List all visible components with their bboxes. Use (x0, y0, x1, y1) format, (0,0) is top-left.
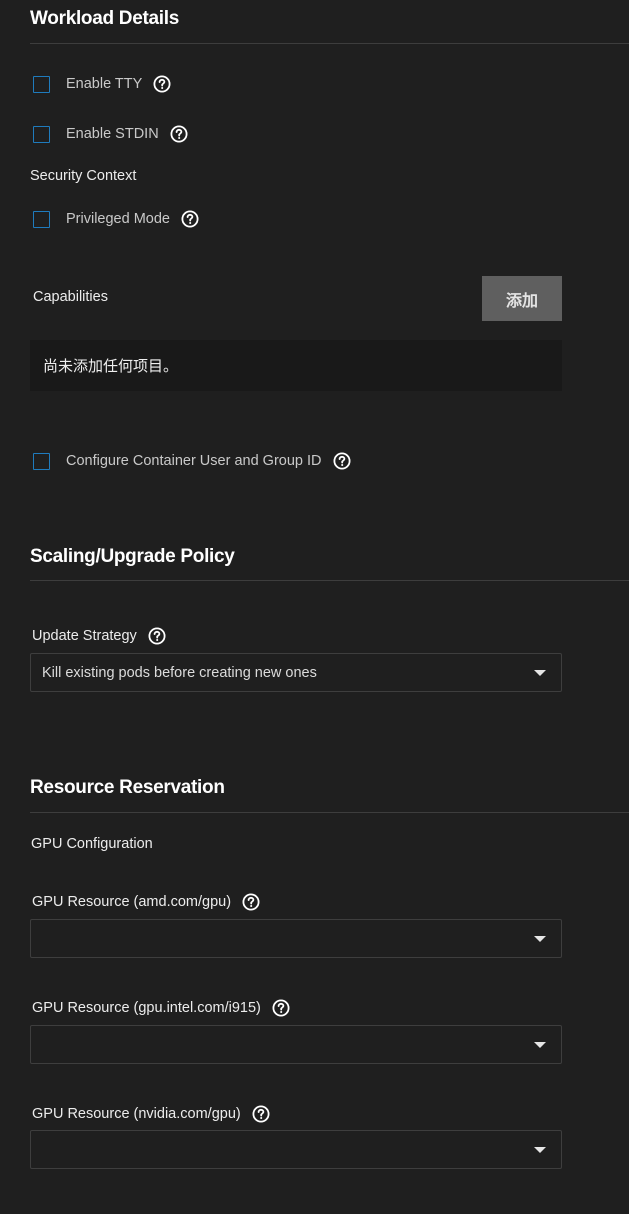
help-icon[interactable] (148, 627, 166, 645)
help-icon[interactable] (181, 210, 199, 228)
help-icon[interactable] (242, 893, 260, 911)
privileged-mode-row[interactable]: Privileged Mode (33, 208, 199, 230)
resource-divider (30, 812, 629, 813)
configure-user-group-checkbox[interactable] (33, 452, 50, 470)
gpu-nvidia-select[interactable] (30, 1130, 562, 1169)
gpu-nvidia-label: GPU Resource (nvidia.com/gpu) (32, 1106, 241, 1122)
enable-tty-row[interactable]: Enable TTY (33, 73, 171, 95)
enable-stdin-row[interactable]: Enable STDIN (33, 123, 188, 145)
configure-user-group-row[interactable]: Configure Container User and Group ID (33, 450, 351, 472)
enable-tty-checkbox[interactable] (33, 75, 50, 93)
enable-tty-label: Enable TTY (66, 76, 143, 92)
help-icon[interactable] (272, 999, 290, 1017)
privileged-mode-label: Privileged Mode (66, 211, 170, 227)
configure-user-group-label: Configure Container User and Group ID (66, 453, 322, 469)
gpu-intel-row: GPU Resource (gpu.intel.com/i915) (32, 998, 290, 1018)
chevron-down-icon (534, 1042, 546, 1048)
gpu-configuration-label: GPU Configuration (31, 836, 153, 852)
update-strategy-row: Update Strategy (32, 626, 166, 646)
help-icon[interactable] (252, 1105, 270, 1123)
enable-stdin-checkbox[interactable] (33, 125, 50, 143)
gpu-amd-select[interactable] (30, 919, 562, 958)
capabilities-label: Capabilities (33, 289, 108, 305)
enable-stdin-label: Enable STDIN (66, 126, 159, 142)
chevron-down-icon (534, 670, 546, 676)
update-strategy-select[interactable]: Kill existing pods before creating new o… (30, 653, 562, 692)
gpu-intel-label: GPU Resource (gpu.intel.com/i915) (32, 1000, 261, 1016)
scaling-policy-title: Scaling/Upgrade Policy (30, 546, 235, 567)
scaling-divider (30, 580, 629, 581)
chevron-down-icon (534, 1147, 546, 1153)
workload-details-title: Workload Details (30, 8, 179, 29)
help-icon[interactable] (170, 125, 188, 143)
add-capability-button[interactable]: 添加 (482, 276, 562, 321)
help-icon[interactable] (333, 452, 351, 470)
resource-reservation-title: Resource Reservation (30, 777, 225, 798)
gpu-nvidia-row: GPU Resource (nvidia.com/gpu) (32, 1104, 270, 1124)
workload-divider (30, 43, 629, 44)
gpu-amd-label: GPU Resource (amd.com/gpu) (32, 894, 232, 910)
empty-message: 尚未添加任何项目。 (43, 358, 179, 375)
form-page: Workload Details Enable TTY Enable STDIN… (0, 0, 629, 1214)
gpu-intel-select[interactable] (30, 1025, 562, 1064)
capabilities-empty-list: 尚未添加任何项目。 (30, 340, 562, 391)
gpu-amd-row: GPU Resource (amd.com/gpu) (32, 892, 260, 912)
help-icon[interactable] (153, 75, 171, 93)
chevron-down-icon (534, 936, 546, 942)
update-strategy-value: Kill existing pods before creating new o… (42, 664, 317, 681)
privileged-mode-checkbox[interactable] (33, 210, 50, 228)
security-context-label: Security Context (30, 168, 137, 184)
update-strategy-label: Update Strategy (32, 628, 137, 644)
